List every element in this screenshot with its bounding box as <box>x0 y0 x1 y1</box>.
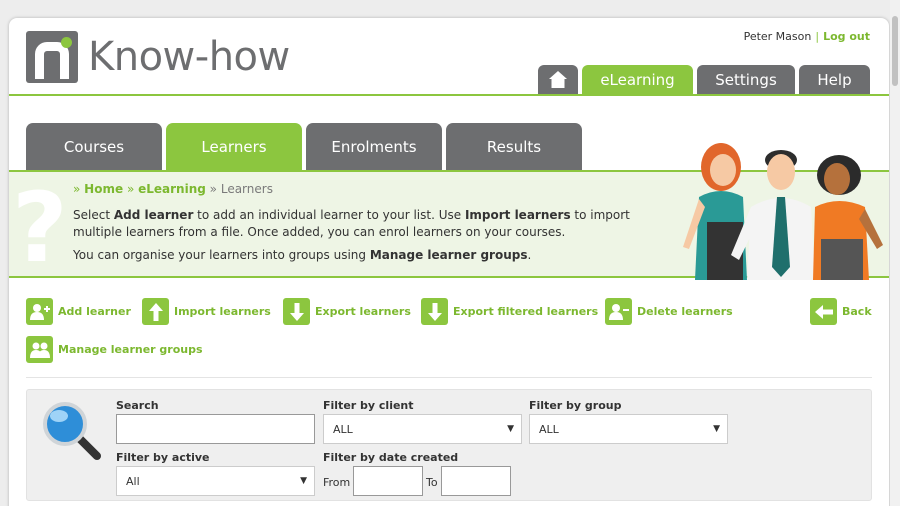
export-learners-button[interactable]: Export learners <box>283 298 411 325</box>
question-mark-icon: ? <box>12 172 68 284</box>
home-icon <box>549 71 567 88</box>
search-magnifier-icon <box>43 402 101 460</box>
manage-learner-groups-label: Manage learner groups <box>58 343 203 356</box>
user-separator: | <box>815 30 820 43</box>
tab-enrolments[interactable]: Enrolments <box>306 123 442 170</box>
delete-learners-label: Delete learners <box>637 305 733 318</box>
arrow-up-icon <box>142 298 169 325</box>
filter-active-select[interactable]: All ▼ <box>116 466 315 496</box>
filter-client-value: ALL <box>333 422 353 436</box>
breadcrumb-current: Learners <box>220 182 273 196</box>
date-to-input[interactable] <box>441 466 511 496</box>
filter-group-value: ALL <box>539 422 559 436</box>
divider <box>26 377 872 378</box>
filter-panel: Search Filter by client ALL ▼ Filter by g… <box>26 389 872 501</box>
page: Know-how Peter Mason | Log out eLearning S… <box>9 18 889 506</box>
tab-help[interactable]: Help <box>799 65 870 94</box>
section-tabs: Courses Learners Enrolments Results <box>26 123 582 170</box>
scrollbar[interactable] <box>890 0 900 506</box>
top-divider <box>9 94 889 96</box>
tab-results[interactable]: Results <box>446 123 582 170</box>
arrow-down-icon <box>421 298 448 325</box>
breadcrumb-elearning[interactable]: eLearning <box>138 182 206 196</box>
search-label: Search <box>116 399 159 412</box>
people-illustration <box>683 143 883 280</box>
filter-group-select[interactable]: ALL ▼ <box>529 414 728 444</box>
export-filtered-learners-label: Export filtered learners <box>453 305 599 318</box>
filter-group-label: Filter by group <box>529 399 622 412</box>
tab-elearning[interactable]: eLearning <box>582 65 693 94</box>
search-input[interactable] <box>116 414 315 444</box>
top-nav: eLearning Settings Help <box>538 65 870 94</box>
filter-client-select[interactable]: ALL ▼ <box>323 414 522 444</box>
logo-text: Know-how <box>88 34 290 80</box>
filter-date-label: Filter by date created <box>323 451 459 464</box>
manage-learner-groups-button[interactable]: Manage learner groups <box>26 336 203 363</box>
date-from-label: From <box>323 476 351 489</box>
import-learners-label: Import learners <box>174 305 271 318</box>
back-label: Back <box>842 305 872 318</box>
logo[interactable]: Know-how <box>26 31 290 83</box>
chevron-down-icon: ▼ <box>300 476 307 486</box>
group-icon <box>26 336 53 363</box>
import-learners-button[interactable]: Import learners <box>142 298 271 325</box>
delete-learners-button[interactable]: Delete learners <box>605 298 733 325</box>
chevron-down-icon: ▼ <box>713 424 720 434</box>
tab-courses[interactable]: Courses <box>26 123 162 170</box>
tab-settings[interactable]: Settings <box>697 65 795 94</box>
arrow-down-icon <box>283 298 310 325</box>
date-to-label: To <box>426 476 438 489</box>
filter-active-label: Filter by active <box>116 451 210 464</box>
filter-client-label: Filter by client <box>323 399 414 412</box>
tab-learners[interactable]: Learners <box>166 123 302 170</box>
user-bar: Peter Mason | Log out <box>744 30 870 43</box>
home-tab[interactable] <box>538 65 578 94</box>
date-from-input[interactable] <box>353 466 423 496</box>
export-filtered-learners-button[interactable]: Export filtered learners <box>421 298 598 325</box>
breadcrumb: » Home » eLearning » Learners <box>73 182 273 196</box>
filter-active-value: All <box>126 474 140 488</box>
chevron-down-icon: ▼ <box>507 424 514 434</box>
add-user-icon <box>26 298 53 325</box>
back-button[interactable]: Back <box>810 298 872 325</box>
info-banner: ? » Home » eLearning » Learners Select A… <box>9 143 889 284</box>
breadcrumb-home[interactable]: Home <box>84 182 123 196</box>
add-learner-label: Add learner <box>58 305 131 318</box>
intro-text: Select Add learner to add an individual … <box>73 208 630 239</box>
add-learner-button[interactable]: Add learner <box>26 298 131 325</box>
logo-icon <box>26 31 78 83</box>
scrollbar-thumb[interactable] <box>892 16 898 86</box>
remove-user-icon <box>605 298 632 325</box>
export-learners-label: Export learners <box>315 305 411 318</box>
intro-text-groups: You can organise your learners into grou… <box>73 248 532 262</box>
logout-link[interactable]: Log out <box>823 30 870 43</box>
user-name: Peter Mason <box>743 30 812 43</box>
arrow-left-icon <box>810 298 837 325</box>
